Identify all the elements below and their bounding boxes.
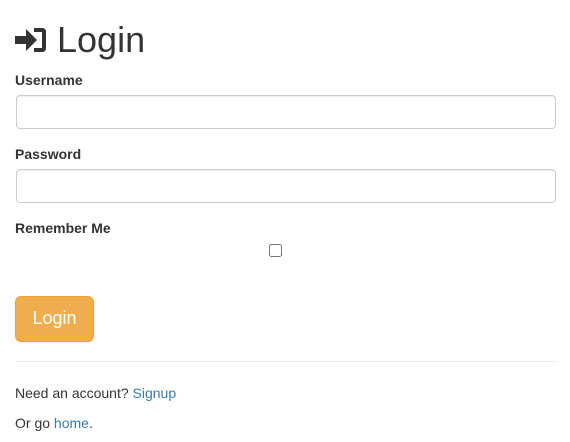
login-page: Login Username Password Remember Me Logi… xyxy=(15,0,556,431)
login-button[interactable]: Login xyxy=(15,296,94,342)
home-link[interactable]: home xyxy=(54,415,89,431)
password-group: Password xyxy=(15,146,556,203)
signup-prompt: Need an account? Signup xyxy=(15,383,176,403)
page-title-text: Login xyxy=(57,19,146,60)
sign-in-icon xyxy=(15,26,47,54)
home-prompt: Or go home. xyxy=(15,413,93,433)
home-prompt-text: Or go xyxy=(15,415,54,431)
divider xyxy=(15,361,556,362)
home-prompt-suffix: . xyxy=(88,415,93,431)
password-label: Password xyxy=(15,146,82,162)
signup-link[interactable]: Signup xyxy=(133,385,177,401)
signup-prompt-text: Need an account? xyxy=(15,385,133,401)
page-title: Login xyxy=(15,20,556,60)
remember-me-row xyxy=(15,243,556,263)
remember-group: Remember Me xyxy=(15,220,556,263)
password-input[interactable] xyxy=(16,169,556,203)
remember-me-checkbox[interactable] xyxy=(269,244,282,257)
username-input[interactable] xyxy=(16,95,556,129)
username-group: Username xyxy=(15,72,556,129)
username-label: Username xyxy=(15,72,83,88)
remember-me-label: Remember Me xyxy=(15,220,111,236)
